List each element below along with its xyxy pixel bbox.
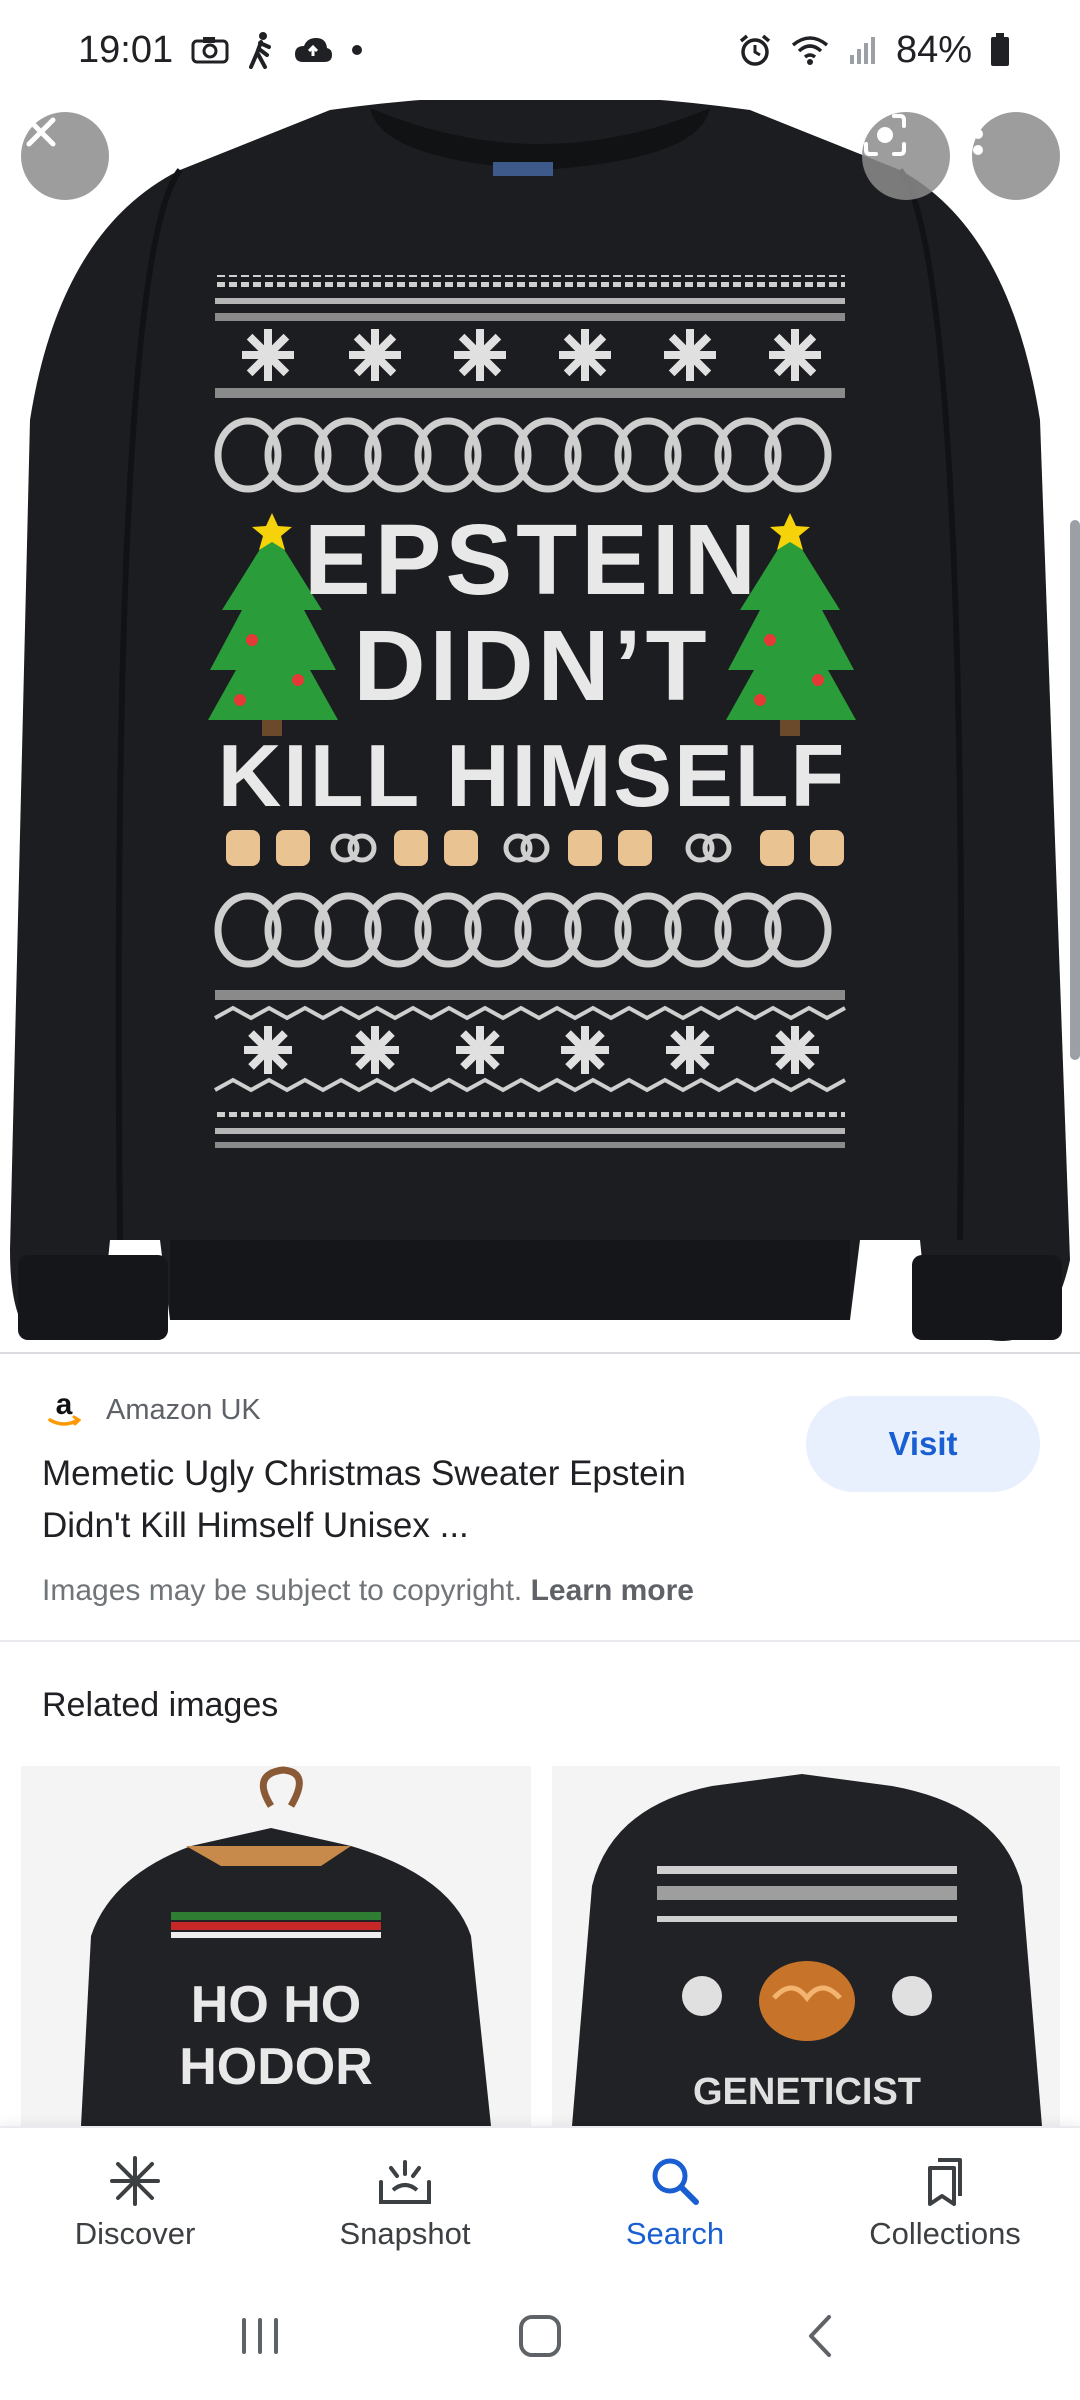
- close-icon: [26, 117, 56, 147]
- related-image-1[interactable]: HO HO HODOR: [21, 1766, 531, 2126]
- sweater-text-line-2: DIDN’T: [353, 610, 710, 722]
- copyright-text: Images may be subject to copyright.: [42, 1574, 523, 1607]
- home-icon: [519, 2315, 561, 2357]
- svg-text:a: a: [56, 1388, 73, 1421]
- more-vert-icon: [973, 113, 983, 155]
- close-button[interactable]: [21, 112, 109, 200]
- home-button[interactable]: [495, 2296, 585, 2376]
- recent-apps-icon: [242, 2318, 278, 2354]
- nav-discover[interactable]: Discover: [0, 2128, 270, 2272]
- source-name: Amazon UK: [106, 1393, 261, 1426]
- status-right: 84%: [738, 29, 1010, 72]
- alarm-icon: [738, 33, 772, 67]
- scrollbar[interactable]: [1070, 520, 1080, 1060]
- status-time: 19:01: [78, 28, 174, 71]
- status-left: 19:01: [78, 29, 363, 72]
- signal-icon: [848, 35, 878, 65]
- learn-more-link[interactable]: Learn more: [531, 1574, 694, 1607]
- status-bar: 19:01 84%: [0, 0, 1080, 100]
- dot-icon: [351, 44, 363, 56]
- hero-image[interactable]: EPSTEIN DIDN’T KILL HIMSELF: [0, 0, 1080, 1352]
- collections-icon: [928, 2158, 962, 2206]
- related-1-line-1: HO HO: [191, 1976, 361, 2034]
- back-button[interactable]: [775, 2296, 865, 2376]
- snapshot-icon: [379, 2160, 431, 2204]
- camera-icon: [191, 36, 229, 64]
- sweater-text-line-1: EPSTEIN: [304, 504, 760, 616]
- visit-button[interactable]: Visit: [806, 1396, 1040, 1492]
- nav-snapshot-label: Snapshot: [339, 2216, 471, 2251]
- more-options-button[interactable]: [972, 112, 1060, 200]
- nav-search[interactable]: Search: [540, 2128, 810, 2272]
- section-divider: [0, 1640, 1080, 1642]
- result-title[interactable]: Memetic Ugly Christmas Sweater Epstein D…: [42, 1448, 782, 1552]
- walking-icon: [247, 31, 275, 69]
- wifi-icon: [790, 34, 830, 66]
- sweater-illustration: EPSTEIN DIDN’T KILL HIMSELF: [10, 95, 1070, 1341]
- system-navigation: [0, 2272, 1080, 2400]
- nav-discover-label: Discover: [74, 2216, 196, 2251]
- nav-collections[interactable]: Collections: [810, 2128, 1080, 2272]
- nav-search-label: Search: [625, 2216, 725, 2251]
- search-icon: [652, 2158, 699, 2205]
- related-2-line-1: GENETICIST: [693, 2071, 921, 2113]
- nav-collections-label: Collections: [869, 2216, 1021, 2251]
- related-image-2[interactable]: GENETICIST: [552, 1766, 1060, 2126]
- back-icon: [809, 2315, 831, 2357]
- lens-button[interactable]: [862, 112, 950, 200]
- recent-apps-button[interactable]: [215, 2296, 305, 2376]
- amazon-logo-icon: a: [42, 1388, 86, 1432]
- copyright-notice: Images may be subject to copyright. Lear…: [42, 1574, 694, 1608]
- bottom-navigation: Discover Snapshot Search Collections: [0, 2126, 1080, 2272]
- nav-snapshot[interactable]: Snapshot: [270, 2128, 540, 2272]
- sweater-text-line-3: KILL HIMSELF: [218, 726, 847, 825]
- battery-percent: 84%: [895, 28, 972, 71]
- lens-icon: [864, 114, 906, 156]
- related-1-line-2: HODOR: [179, 2038, 373, 2096]
- asterisk-icon: [110, 2156, 160, 2206]
- hero-divider: [0, 1352, 1080, 1354]
- battery-icon: [990, 33, 1010, 67]
- related-images-title: Related images: [42, 1686, 279, 1724]
- cloud-icon: [293, 36, 333, 64]
- source-row[interactable]: a Amazon UK: [42, 1388, 261, 1432]
